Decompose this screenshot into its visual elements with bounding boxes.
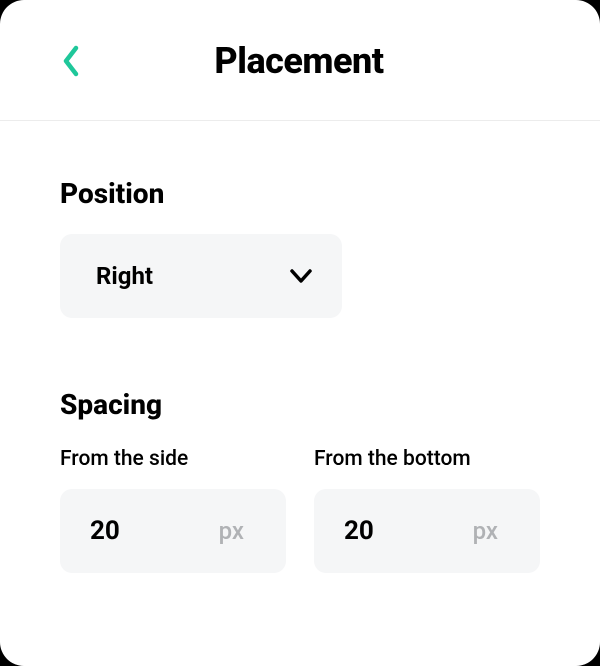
page-title: Placement [58,40,540,82]
header: Placement [0,0,600,121]
position-select-value: Right [96,262,153,290]
chevron-down-icon [290,269,312,283]
position-select[interactable]: Right [60,234,342,318]
spacing-section: Spacing From the side px From the bottom… [60,388,540,573]
spacing-bottom-input[interactable] [344,516,444,546]
spacing-side-input[interactable] [90,516,190,546]
placement-panel: Placement Position Right Spacing From th… [0,0,600,666]
spacing-bottom-unit: px [473,517,510,545]
spacing-bottom-input-wrap[interactable]: px [314,489,540,573]
content: Position Right Spacing From the side px … [0,121,600,613]
spacing-side-input-wrap[interactable]: px [60,489,286,573]
spacing-bottom-label: From the bottom [314,447,540,471]
spacing-bottom-col: From the bottom px [314,447,540,573]
spacing-side-col: From the side px [60,447,286,573]
spacing-side-label: From the side [60,447,286,471]
spacing-row: From the side px From the bottom px [60,447,540,573]
spacing-side-unit: px [219,517,256,545]
spacing-section-label: Spacing [60,388,540,421]
position-section-label: Position [60,177,540,210]
